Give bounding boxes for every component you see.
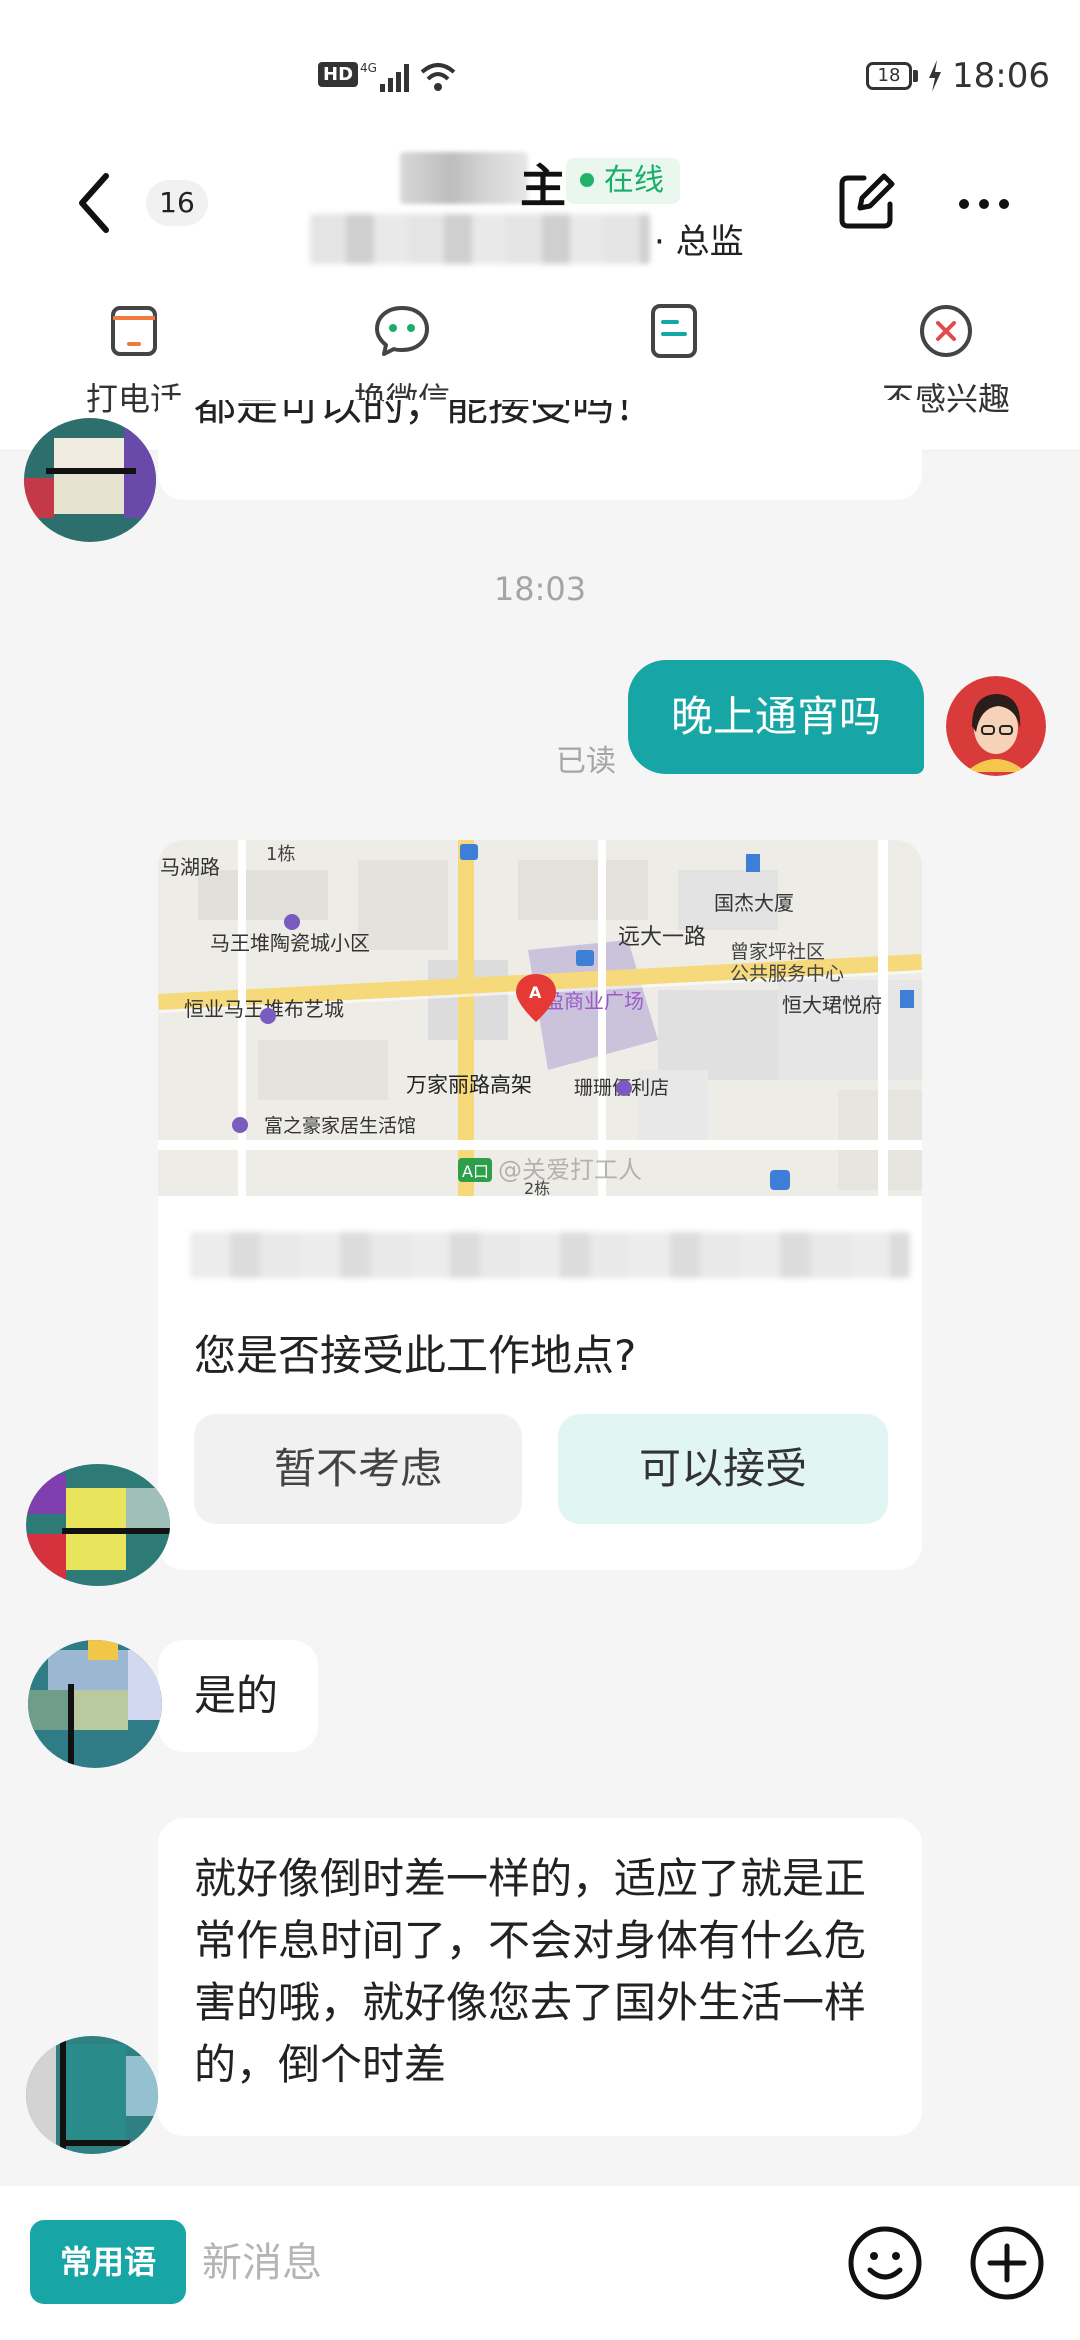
online-label: 在线	[604, 163, 664, 198]
building-icon	[746, 854, 760, 872]
map-label: 富之豪家居生活馆	[264, 1115, 416, 1137]
avatar-image	[946, 676, 1046, 776]
online-status-badge: 在线	[566, 158, 680, 204]
location-map[interactable]: 马湖路 1栋 马王堆陶瓷城小区 国杰大厦 远大一路 曾家坪社区 公共服务中心 恒…	[158, 840, 922, 1196]
cellular-signal-icon: 4G	[360, 61, 409, 92]
company-name-redacted	[310, 214, 650, 264]
phone-icon	[111, 306, 157, 356]
map-label: 万家丽路高架	[406, 1073, 532, 1097]
charging-icon	[929, 60, 941, 92]
message-text: 都是可以的，能接受吗！	[194, 400, 657, 430]
map-label: 马王堆陶瓷城小区	[210, 931, 370, 955]
message-input[interactable]	[200, 2226, 824, 2300]
recruiter-avatar[interactable]	[26, 2036, 158, 2154]
emoji-icon[interactable]	[846, 2224, 924, 2302]
recruiter-avatar[interactable]	[26, 1464, 170, 1586]
avatar-image	[26, 2036, 158, 2154]
bus-stop-icon	[576, 950, 594, 966]
map-label: 远大一路	[618, 925, 706, 950]
sent-message-bubble[interactable]: 晚上通宵吗	[628, 660, 924, 774]
wifi-icon	[420, 63, 456, 91]
my-avatar[interactable]	[946, 676, 1046, 776]
status-time: 18:06	[952, 56, 1050, 96]
edit-icon[interactable]	[836, 172, 896, 232]
map-label: 国杰大厦	[714, 891, 794, 915]
address-redacted	[190, 1232, 910, 1278]
battery-icon: 18	[866, 62, 912, 90]
battery-level: 18	[877, 65, 901, 86]
map-label: 恒大珺悦府	[782, 993, 882, 1017]
poi-icon	[232, 1117, 248, 1133]
location-question: 您是否接受此工作地点?	[194, 1331, 637, 1380]
map-label: A口	[462, 1162, 489, 1181]
chat-timestamp: 18:03	[493, 570, 587, 608]
read-status: 已读	[556, 744, 616, 779]
recruiter-avatar[interactable]	[24, 418, 156, 542]
map-label: 1栋	[266, 844, 295, 865]
avatar-image	[24, 418, 156, 542]
avatar-image	[28, 1640, 162, 1768]
common-phrases-button[interactable]: 常用语	[30, 2220, 186, 2304]
contact-role: · 总监	[654, 222, 744, 262]
poi-icon	[284, 914, 300, 930]
back-icon[interactable]	[70, 168, 120, 238]
avatar-image	[26, 1464, 170, 1586]
not-interested-icon	[920, 305, 972, 357]
battery-tip	[913, 70, 918, 82]
map-label: 公共服务中心	[730, 963, 844, 985]
poi-icon	[260, 1008, 276, 1024]
map-label: 曾家坪社区	[730, 941, 825, 963]
resume-icon	[651, 304, 697, 358]
map-label: 马湖路	[160, 855, 220, 879]
unread-count-badge[interactable]: 16	[146, 180, 208, 226]
message-bubble-partial: 都是可以的，能接受吗！	[158, 400, 922, 500]
received-message-bubble[interactable]: 是的	[158, 1640, 318, 1752]
wechat-icon	[375, 306, 429, 356]
network-type: 4G	[360, 61, 377, 75]
contact-name-redacted	[400, 152, 528, 204]
status-bar	[0, 0, 1080, 140]
reject-location-button[interactable]: 暂不考虑	[194, 1414, 522, 1524]
online-dot	[580, 173, 594, 187]
parking-icon	[770, 1170, 790, 1190]
more-icon[interactable]	[956, 196, 1012, 212]
recruiter-avatar[interactable]	[28, 1640, 162, 1768]
watermark: @关爱打工人	[498, 1156, 642, 1184]
poi-icon	[616, 1080, 632, 1096]
received-message-bubble[interactable]: 就好像倒时差一样的，适应了就是正常作息时间了，不会对身体有什么危害的哦，就好像您…	[158, 1818, 922, 2136]
contact-name: 主	[520, 159, 566, 213]
bus-stop-icon	[460, 844, 478, 860]
plus-icon[interactable]	[968, 2224, 1046, 2302]
building-icon	[900, 990, 914, 1008]
accept-location-button[interactable]: 可以接受	[558, 1414, 888, 1524]
hd-indicator: HD	[318, 62, 359, 87]
pin-label: A	[529, 983, 542, 1002]
